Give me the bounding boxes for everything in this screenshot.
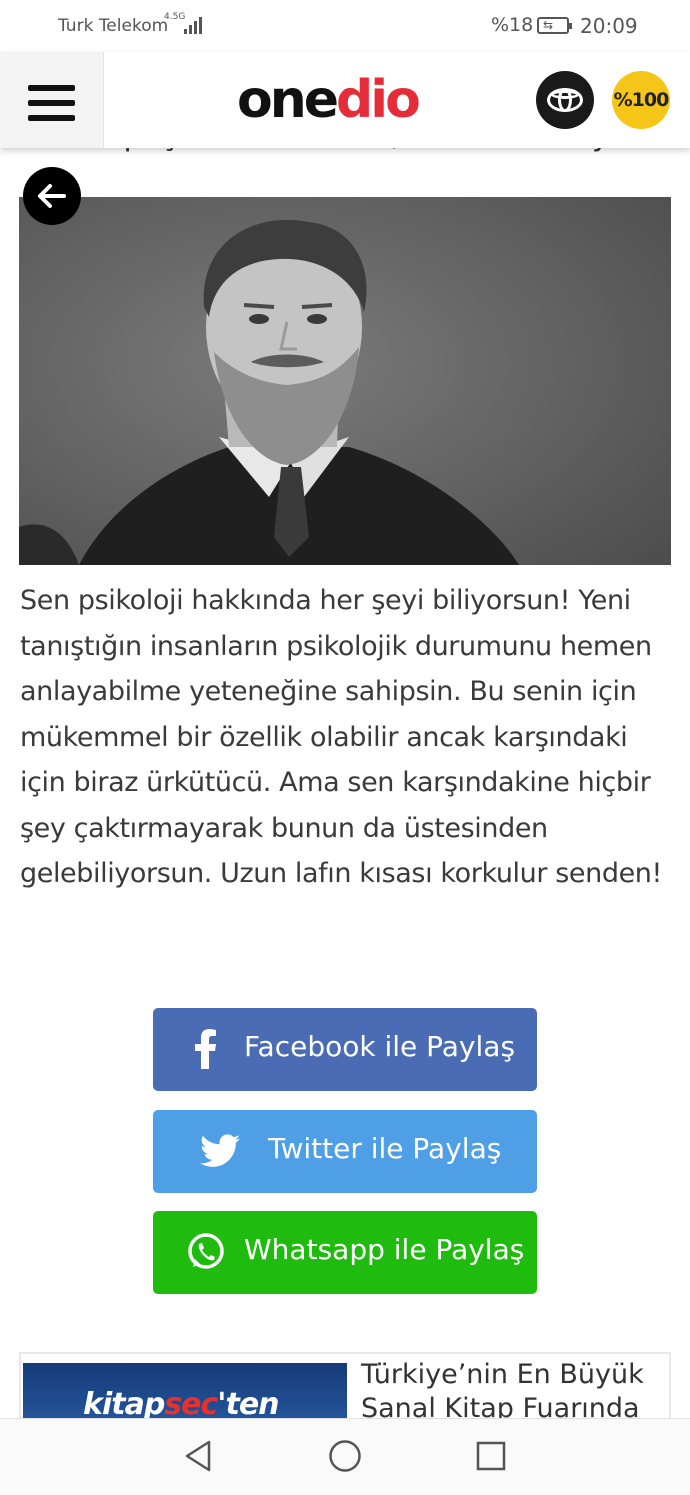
facebook-share-button[interactable]: Facebook ile Paylaş [153,1008,537,1091]
network-type: 4.5G [164,12,186,22]
promo-thumbnail-logo: kitapsec'ten [83,1387,280,1422]
facebook-icon [181,1024,231,1074]
percent-100-badge[interactable]: %100 [612,71,670,129]
battery-icon: ⇆ [537,17,572,34]
facebook-share-label: Facebook ile Paylaş [244,1030,516,1063]
toyota-logo-icon[interactable] [536,71,594,129]
result-description: Sen psikoloji hakkında her şeyi biliyors… [20,585,662,889]
site-header: onedio %100 [0,52,690,148]
triangle-back-icon[interactable] [183,1439,213,1473]
promo-logo-part-sec: sec [164,1387,218,1422]
hamburger-menu-icon[interactable] [0,52,104,148]
result-photo [19,197,671,565]
promo-logo-part-kitap: kitap [83,1387,165,1422]
whatsapp-share-button[interactable]: Whatsapp ile Paylaş [153,1211,537,1294]
twitter-share-button[interactable]: Twitter ile Paylaş [153,1110,537,1193]
signal-icon [184,14,202,34]
whatsapp-icon [181,1227,231,1277]
twitter-icon [195,1126,245,1176]
status-bar: Turk Telekom 4.5G %18 ⇆ 20:09 [0,0,690,52]
whatsapp-share-label: Whatsapp ile Paylaş [244,1233,525,1266]
onedio-logo[interactable]: onedio [237,70,421,130]
logo-part-one: one [237,70,339,130]
clock: 20:09 [580,14,638,38]
battery-percent: %18 [491,14,534,36]
system-nav-bar [0,1418,690,1495]
twitter-share-label: Twitter ile Paylaş [268,1132,502,1165]
circle-home-icon[interactable] [328,1439,362,1473]
promo-logo-part-ten: 'ten [217,1387,279,1422]
carrier-name: Turk Telekom [58,16,169,36]
promo-title: Türkiye’nin En Büyük Sanal Kitap Fuarınd… [361,1359,644,1424]
logo-part-dio: dio [336,70,421,130]
square-recents-icon[interactable] [476,1439,506,1473]
arrow-left-icon[interactable] [23,167,81,225]
